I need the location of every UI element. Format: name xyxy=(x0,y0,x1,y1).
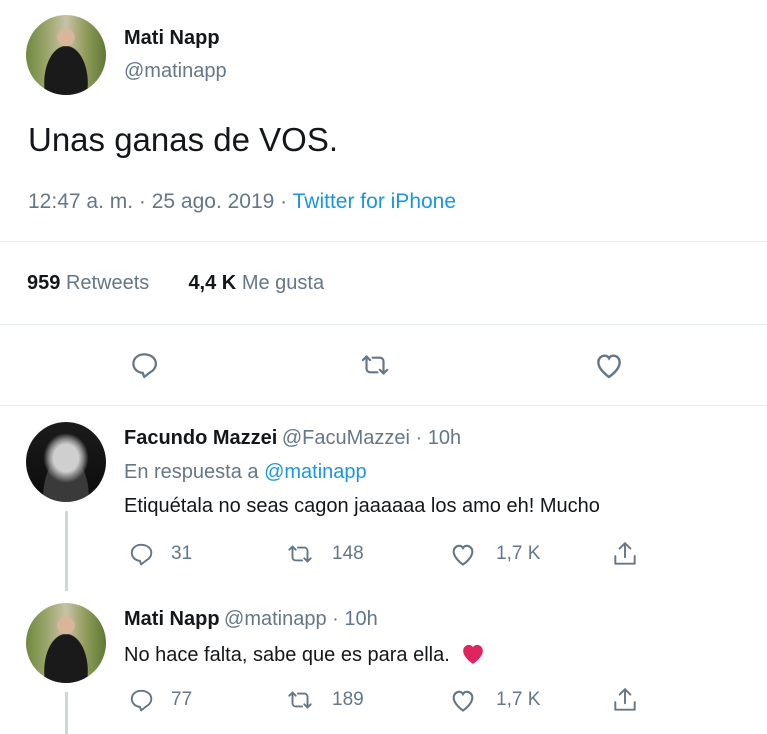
retweet-icon[interactable] xyxy=(285,541,315,567)
like-count: 1,7 K xyxy=(496,689,541,710)
retweet-count: 189 xyxy=(332,689,364,710)
reply-count: 31 xyxy=(171,543,193,564)
retweets-stat[interactable]: 959 Retweets xyxy=(27,272,155,294)
retweet-icon[interactable] xyxy=(358,350,392,380)
reply-author-avatar[interactable] xyxy=(26,603,106,683)
tweet-timestamp[interactable]: 12:47 a. m. · 25 ago. 2019 · xyxy=(28,190,293,213)
reply-icon[interactable] xyxy=(129,350,159,380)
reply-text: No hace falta, sabe que es para ella. xyxy=(124,641,487,671)
retweets-count: 959 xyxy=(27,272,61,294)
retweet-icon[interactable] xyxy=(285,687,315,713)
like-count: 1,7 K xyxy=(496,543,541,564)
tweet-meta: 12:47 a. m. · 25 ago. 2019 · Twitter for… xyxy=(28,190,456,214)
likes-count: 4,4 K xyxy=(188,272,237,294)
reply-author-name[interactable]: Mati Napp xyxy=(124,608,220,630)
reply-author-handle[interactable]: @matinapp · 10h xyxy=(224,608,378,630)
in-reply-to: En respuesta a @matinapp xyxy=(124,461,367,484)
share-icon[interactable] xyxy=(612,540,638,568)
share-icon[interactable] xyxy=(612,686,638,714)
retweets-label: Retweets xyxy=(65,272,150,294)
likes-label: Me gusta xyxy=(241,272,325,294)
author-handle[interactable]: @matinapp xyxy=(124,60,227,83)
reply-author-handle[interactable]: @FacuMazzei · 10h xyxy=(282,427,461,449)
reply-icon[interactable] xyxy=(128,541,154,567)
like-icon[interactable] xyxy=(449,687,477,713)
divider xyxy=(0,405,767,406)
reply-text: Etiquétala no seas cagon jaaaaaa los amo… xyxy=(124,495,600,517)
like-icon[interactable] xyxy=(593,350,625,380)
reply-text-content: No hace falta, sabe que es para ella. xyxy=(124,644,450,666)
reply-icon[interactable] xyxy=(128,687,154,713)
thread-line xyxy=(65,692,68,734)
divider xyxy=(0,241,767,242)
in-reply-to-prefix: En respuesta a xyxy=(124,461,265,483)
likes-stat[interactable]: 4,4 K Me gusta xyxy=(188,272,324,294)
reply-header: Mati Napp @matinapp · 10h xyxy=(124,608,378,631)
tweet-text: Unas ganas de VOS. xyxy=(28,121,339,158)
reply-count: 77 xyxy=(171,689,193,710)
tweet-stats: 959 Retweets 4,4 K Me gusta xyxy=(27,272,324,295)
author-name[interactable]: Mati Napp xyxy=(124,27,220,50)
divider xyxy=(0,324,767,325)
reply-header: Facundo Mazzei @FacuMazzei · 10h xyxy=(124,427,461,450)
reply-author-avatar[interactable] xyxy=(26,422,106,502)
like-icon[interactable] xyxy=(449,541,477,567)
reply-author-name[interactable]: Facundo Mazzei xyxy=(124,427,277,449)
heart-emoji-icon xyxy=(459,641,487,671)
author-avatar[interactable] xyxy=(26,15,106,95)
retweet-count: 148 xyxy=(332,543,364,564)
tweet-source-link[interactable]: Twitter for iPhone xyxy=(293,190,456,213)
in-reply-to-handle[interactable]: @matinapp xyxy=(264,461,367,483)
thread-line xyxy=(65,511,68,591)
